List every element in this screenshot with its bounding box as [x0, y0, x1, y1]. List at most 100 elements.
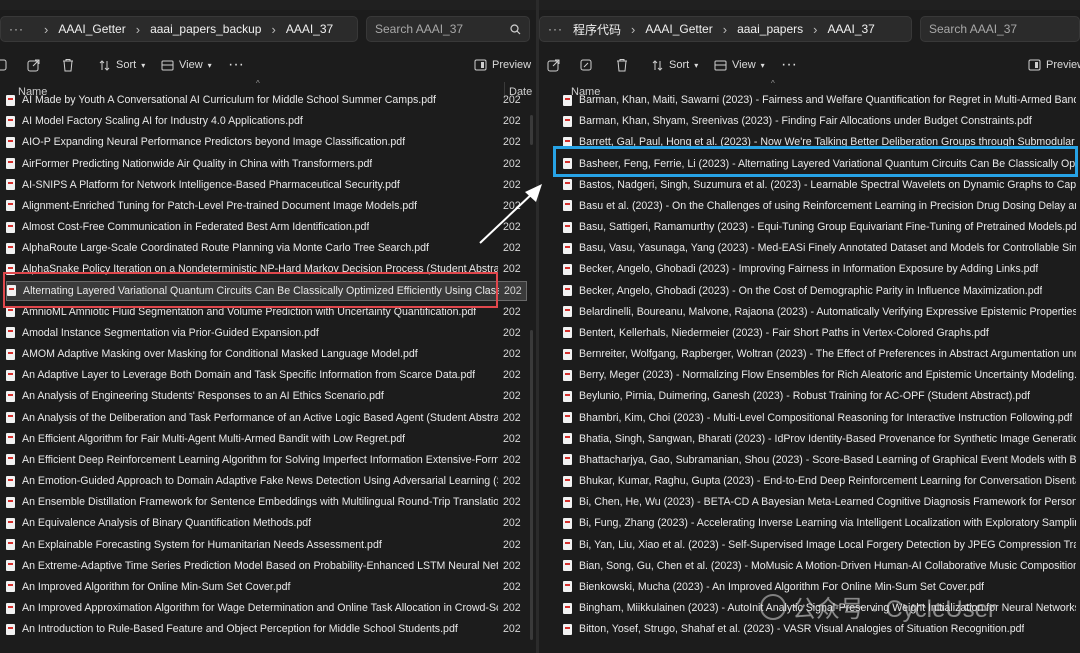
file-row[interactable]: An Emotion-Guided Approach to Domain Ada…: [6, 471, 527, 491]
breadcrumb-item[interactable]: AAAI_37: [286, 22, 333, 36]
file-row[interactable]: An Efficient Algorithm for Fair Multi-Ag…: [6, 429, 527, 449]
pdf-file-icon: [6, 496, 15, 508]
pdf-file-icon: [563, 539, 572, 551]
share-button[interactable]: [27, 53, 41, 77]
file-row[interactable]: Amodal Instance Segmentation via Prior-G…: [6, 323, 527, 343]
breadcrumb-item[interactable]: AAAI_37: [827, 22, 874, 36]
file-row[interactable]: AMOM Adaptive Masking over Masking for C…: [6, 344, 527, 364]
address-bar[interactable]: ··· › AAAI_Getter › aaai_papers_backup ›…: [0, 16, 358, 42]
pdf-file-icon: [563, 602, 572, 614]
breadcrumb-item[interactable]: 程序代码: [573, 21, 621, 38]
file-row[interactable]: Belardinelli, Boureanu, Malvone, Rajaona…: [563, 302, 1080, 322]
file-date: 202: [503, 369, 521, 382]
address-bar[interactable]: ··· 程序代码 › AAAI_Getter › aaai_papers › A…: [539, 16, 912, 42]
file-row[interactable]: Basu, Vasu, Yasunaga, Yang (2023) - Med-…: [563, 238, 1080, 258]
file-row[interactable]: An Improved Approximation Algorithm for …: [6, 598, 527, 618]
right-explorer-pane: ··· 程序代码 › AAAI_Getter › aaai_papers › A…: [539, 0, 1080, 653]
pdf-file-icon: [563, 390, 572, 402]
more-locations-icon[interactable]: ···: [9, 22, 24, 36]
file-row[interactable]: An Adaptive Layer to Leverage Both Domai…: [6, 365, 527, 385]
file-name: Basu, Vasu, Yasunaga, Yang (2023) - Med-…: [579, 242, 1076, 255]
search-box[interactable]: Search AAAI_37: [920, 16, 1080, 42]
sort-button[interactable]: Sort ▾: [98, 53, 145, 77]
file-row[interactable]: Berry, Meger (2023) - Normalizing Flow E…: [563, 365, 1080, 385]
share-button[interactable]: [547, 53, 561, 77]
delete-button[interactable]: [61, 53, 75, 77]
file-row[interactable]: Bitton, Yosef, Strugo, Shahaf et al. (20…: [563, 619, 1080, 639]
file-date: 202: [503, 475, 521, 488]
file-row[interactable]: An Ensemble Distillation Framework for S…: [6, 492, 527, 512]
file-name: An Analysis of the Deliberation and Task…: [22, 411, 498, 424]
file-row[interactable]: An Equivalence Analysis of Binary Quanti…: [6, 513, 527, 533]
pdf-file-icon: [563, 285, 572, 297]
file-name: An Efficient Algorithm for Fair Multi-Ag…: [22, 432, 406, 445]
view-button[interactable]: View ▾: [161, 53, 212, 77]
pdf-file-icon: [563, 496, 572, 508]
breadcrumb-item[interactable]: AAAI_Getter: [645, 22, 712, 36]
file-row[interactable]: Bienkowski, Mucha (2023) - An Improved A…: [563, 577, 1080, 597]
file-row[interactable]: Almost Cost-Free Communication in Federa…: [6, 217, 527, 237]
file-row[interactable]: An Introduction to Rule-Based Feature an…: [6, 619, 527, 639]
sort-icon: [652, 59, 663, 71]
file-row[interactable]: Bhattacharjya, Gao, Subramanian, Shou (2…: [563, 450, 1080, 470]
file-row[interactable]: AI Made by Youth A Conversational AI Cur…: [6, 90, 527, 110]
search-input[interactable]: Search AAAI_37: [375, 22, 510, 36]
file-row[interactable]: Bi, Yan, Liu, Xiao et al. (2023) - Self-…: [563, 535, 1080, 555]
more-options-button[interactable]: ···: [781, 53, 797, 77]
pdf-file-icon: [563, 200, 572, 212]
file-row[interactable]: An Extreme-Adaptive Time Series Predicti…: [6, 556, 527, 576]
more-locations-icon[interactable]: ···: [548, 22, 563, 36]
file-row[interactable]: An Explainable Forecasting System for Hu…: [6, 535, 527, 555]
preview-button[interactable]: Preview: [1028, 53, 1080, 77]
file-row[interactable]: An Analysis of Engineering Students' Res…: [6, 386, 527, 406]
view-button[interactable]: View ▾: [714, 53, 765, 77]
new-item-button[interactable]: [0, 53, 10, 77]
tab-strip: [0, 0, 536, 10]
sort-button[interactable]: Sort ▾: [651, 53, 698, 77]
breadcrumb-item[interactable]: AAAI_Getter: [58, 22, 125, 36]
file-date: 202: [503, 432, 521, 445]
file-row[interactable]: Barman, Khan, Maiti, Sawarni (2023) - Fa…: [563, 90, 1080, 110]
file-row[interactable]: Bian, Song, Gu, Chen et al. (2023) - MoM…: [563, 556, 1080, 576]
file-row[interactable]: AI Model Factory Scaling AI for Industry…: [6, 111, 527, 131]
file-row[interactable]: Bingham, Miikkulainen (2023) - AutoInit …: [563, 598, 1080, 618]
file-row[interactable]: Bernreiter, Wolfgang, Rapberger, Woltran…: [563, 344, 1080, 364]
file-row[interactable]: Basu et al. (2023) - On the Challenges o…: [563, 196, 1080, 216]
preview-pane-icon: [1028, 59, 1041, 71]
file-row[interactable]: AlphaRoute Large-Scale Coordinated Route…: [6, 238, 527, 258]
search-input[interactable]: Search AAAI_37: [929, 22, 1071, 36]
more-options-button[interactable]: ···: [228, 53, 244, 77]
file-row[interactable]: An Efficient Deep Reinforcement Learning…: [6, 450, 527, 470]
pdf-file-icon: [6, 475, 15, 487]
delete-button[interactable]: [615, 53, 629, 77]
file-row[interactable]: AI-SNIPS A Platform for Network Intellig…: [6, 175, 527, 195]
breadcrumb-item[interactable]: aaai_papers: [737, 22, 803, 36]
preview-button[interactable]: Preview: [474, 53, 531, 77]
breadcrumb-item[interactable]: aaai_papers_backup: [150, 22, 261, 36]
scrollbar[interactable]: [530, 115, 533, 145]
file-row[interactable]: Bhukar, Kumar, Raghu, Gupta (2023) - End…: [563, 471, 1080, 491]
trash-icon: [63, 59, 73, 72]
file-row[interactable]: Beylunio, Pirnia, Duimering, Ganesh (202…: [563, 386, 1080, 406]
copy-path-button[interactable]: [579, 53, 593, 77]
file-row[interactable]: Barman, Khan, Shyam, Sreenivas (2023) - …: [563, 111, 1080, 131]
file-row[interactable]: Alignment-Enriched Tuning for Patch-Leve…: [6, 196, 527, 216]
file-row[interactable]: Becker, Angelo, Ghobadi (2023) - On the …: [563, 281, 1080, 301]
pdf-file-icon: [563, 242, 572, 254]
scrollbar-track[interactable]: [530, 330, 533, 640]
file-date: 202: [503, 538, 521, 551]
file-row[interactable]: Bi, Fung, Zhang (2023) - Accelerating In…: [563, 513, 1080, 533]
file-row[interactable]: Basu, Sattigeri, Ramamurthy (2023) - Equ…: [563, 217, 1080, 237]
file-row[interactable]: AirFormer Predicting Nationwide Air Qual…: [6, 154, 527, 174]
file-row[interactable]: AIO-P Expanding Neural Performance Predi…: [6, 132, 527, 152]
file-row[interactable]: Bhambri, Kim, Choi (2023) - Multi-Level …: [563, 408, 1080, 428]
file-row[interactable]: An Analysis of the Deliberation and Task…: [6, 408, 527, 428]
file-row[interactable]: Bi, Chen, He, Wu (2023) - BETA-CD A Baye…: [563, 492, 1080, 512]
file-row[interactable]: Bastos, Nadgeri, Singh, Suzumura et al. …: [563, 175, 1080, 195]
pdf-file-icon: [6, 560, 15, 572]
search-box[interactable]: Search AAAI_37: [366, 16, 530, 42]
file-row[interactable]: An Improved Algorithm for Online Min-Sum…: [6, 577, 527, 597]
file-row[interactable]: Bentert, Kellerhals, Niedermeier (2023) …: [563, 323, 1080, 343]
file-row[interactable]: Becker, Angelo, Ghobadi (2023) - Improvi…: [563, 259, 1080, 279]
file-row[interactable]: Bhatia, Singh, Sangwan, Bharati (2023) -…: [563, 429, 1080, 449]
